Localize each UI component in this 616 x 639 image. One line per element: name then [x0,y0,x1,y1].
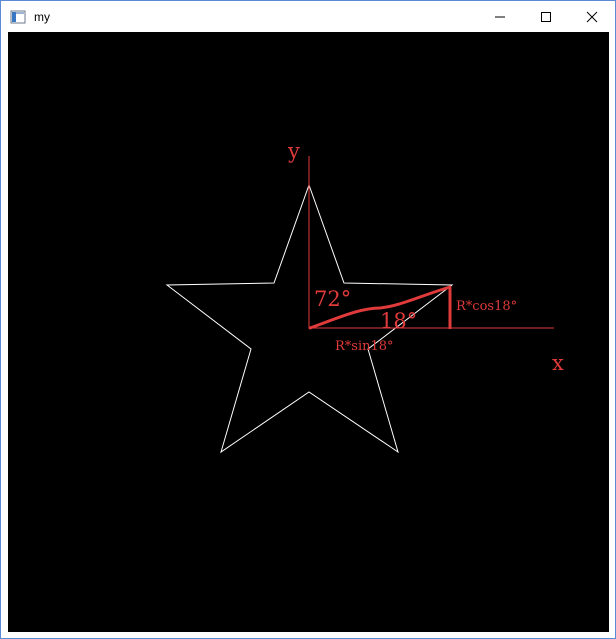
maximize-button[interactable] [523,1,569,32]
y-axis-label: y [287,139,300,163]
maximize-icon [541,11,551,22]
window-title: my [34,9,50,24]
canvas-svg: y x 72° 18° R*cos18° R*sin18° [165,139,564,454]
x-axis-label: x [552,351,564,375]
angle-18-label: 18° [380,309,417,333]
app-icon [10,9,26,25]
drawing-canvas[interactable]: y x 72° 18° R*cos18° R*sin18° [8,32,609,632]
minimize-button[interactable] [477,1,523,32]
close-icon [586,11,598,22]
minimize-icon [495,16,505,17]
window-controls [477,1,615,32]
app-window: my y x 72° 18° R*cos18° R*sin18° [0,0,616,639]
r-cos-label: R*cos18° [456,299,517,314]
angle-72-label: 72° [314,287,351,311]
close-button[interactable] [569,1,615,32]
title-bar[interactable]: my [1,1,615,32]
r-sin-label: R*sin18° [335,339,394,354]
